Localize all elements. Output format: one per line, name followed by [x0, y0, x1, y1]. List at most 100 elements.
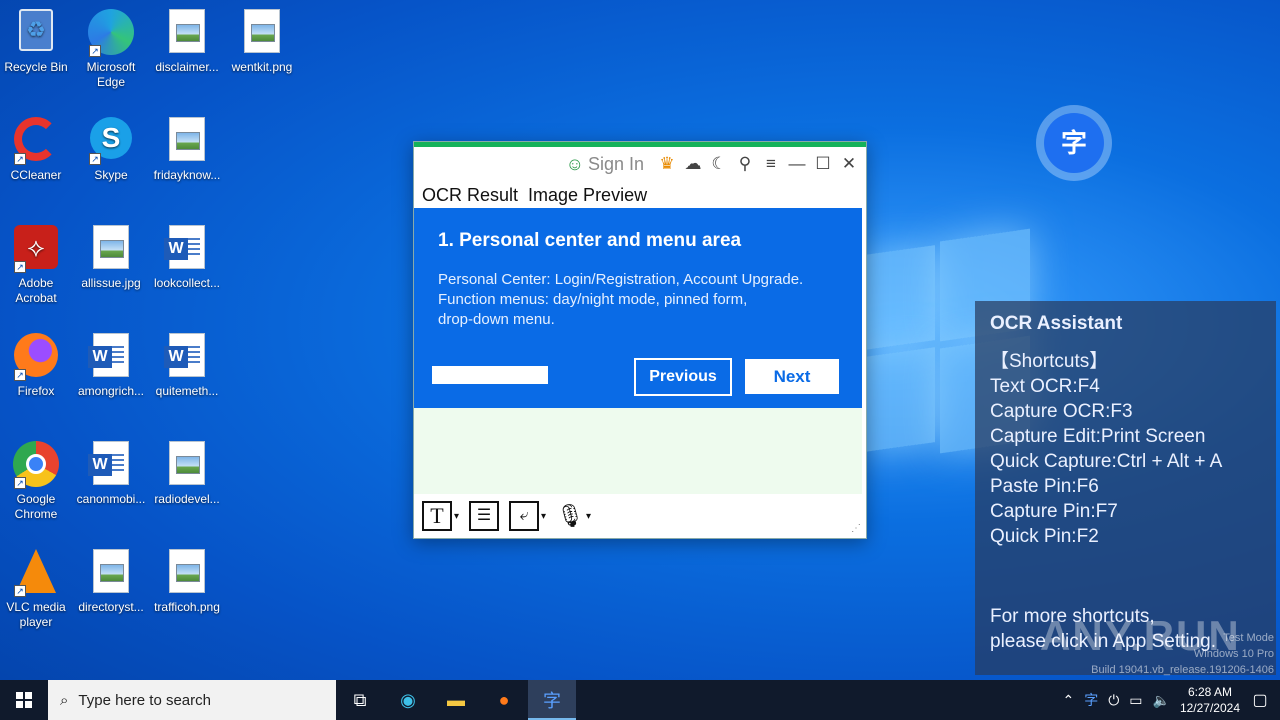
folder-icon: ▬ — [447, 689, 465, 710]
ocr-window: ☺ Sign In ♛ ☁ ☾ ⚲ ≡ — ☐ ✕ OCR Result Ima… — [413, 141, 867, 539]
search-placeholder: Type here to search — [78, 691, 211, 709]
layout-tool[interactable]: ☰ — [469, 501, 500, 531]
desktop-icon[interactable]: ⟡ ↗ Adobe Acrobat — [0, 221, 74, 306]
edge-icon: ↗ — [87, 9, 135, 57]
sign-in-link[interactable]: ☺ Sign In — [566, 154, 644, 175]
ocr-result-textarea[interactable] — [414, 408, 862, 494]
image-file-icon — [163, 9, 211, 57]
desktop-icon-label: CCleaner — [10, 168, 62, 182]
firefox-icon: ● — [498, 689, 510, 710]
taskbar-file-explorer[interactable]: ▬ — [432, 680, 480, 720]
clock-date: 12/27/2024 — [1179, 701, 1240, 715]
desktop-icon[interactable]: ↗ Microsoft Edge — [73, 5, 149, 90]
guide-body-line: Personal Center: Login/Registration, Acc… — [438, 271, 804, 288]
notification-icon[interactable]: ▢ — [1250, 690, 1270, 710]
desktop-icon[interactable]: disclaimer... — [149, 5, 225, 75]
desktop-icon-label: trafficoh.png — [154, 600, 220, 614]
taskbar-firefox[interactable]: ● — [480, 680, 528, 720]
next-button[interactable]: Next — [745, 359, 839, 394]
ocr-tray-icon[interactable]: 字 — [1084, 690, 1098, 710]
maximize-icon[interactable]: ☐ — [814, 154, 832, 174]
desktop-icon-label: Microsoft Edge — [86, 60, 136, 89]
guide-panel: 1. Personal center and menu area Persona… — [414, 208, 862, 408]
assistant-title: OCR Assistant — [990, 313, 1123, 334]
shortcut-line: Quick Pin:F2 — [990, 526, 1099, 547]
skype-icon: S ↗ — [87, 117, 135, 165]
desktop-icon[interactable]: ↗ Google Chrome — [0, 437, 74, 522]
guide-body-line: Function menus: day/night mode, pinned f… — [438, 291, 748, 308]
acrobat-icon: ⟡ ↗ — [12, 225, 60, 273]
desktop-icon-label: wentkit.png — [231, 60, 293, 74]
desktop-icon[interactable]: ↗ VLC media player — [0, 545, 74, 630]
voice-tool[interactable]: 🎙 ▾ — [556, 501, 591, 531]
ocr-toolbar: T ▾ ☰ ⤶ ▾ 🎙 ▾ — [422, 498, 591, 534]
desktop-icon[interactable]: allissue.jpg — [73, 221, 149, 291]
tab-ocr-result[interactable]: OCR Result — [422, 185, 518, 206]
vlc-icon: ↗ — [12, 549, 60, 597]
desktop-icon[interactable]: directoryst... — [73, 545, 149, 615]
shortcut-arrow-icon: ↗ — [89, 153, 101, 165]
word-doc-icon: W — [87, 441, 135, 489]
resize-grip-icon[interactable]: ⋰ — [851, 523, 863, 535]
ocr-app-icon: 字 — [543, 691, 561, 711]
ocr-tabs: OCR Result Image Preview — [414, 181, 866, 209]
pin-icon[interactable]: ⚲ — [736, 154, 754, 174]
search-icon: ⌕ — [60, 691, 69, 709]
shortcut-line: Quick Capture:Ctrl + Alt + A — [990, 451, 1223, 472]
shortcut-line: Capture OCR:F3 — [990, 401, 1133, 422]
shortcut-arrow-icon: ↗ — [14, 261, 26, 273]
volume-icon[interactable]: 🔈 — [1153, 692, 1170, 709]
firefox-icon: ↗ — [12, 333, 60, 381]
tab-image-preview[interactable]: Image Preview — [528, 185, 647, 206]
taskbar-edge[interactable]: ◉ — [384, 680, 432, 720]
start-button[interactable] — [0, 680, 48, 720]
taskbar-ocr-app[interactable]: 字 — [528, 680, 576, 720]
desktop-icon[interactable]: ↗ CCleaner — [0, 113, 74, 183]
desktop-icon[interactable]: Wcanonmobi... — [73, 437, 149, 507]
recycle-bin-icon: ♻ — [12, 9, 60, 57]
taskbar-search[interactable]: ⌕ Type here to search — [48, 680, 336, 720]
shortcut-line: Capture Edit:Print Screen — [990, 426, 1206, 447]
desktop-icon[interactable]: trafficoh.png — [149, 545, 225, 615]
ccleaner-icon: ↗ — [12, 117, 60, 165]
desktop-icon[interactable]: Wquitemeth... — [149, 329, 225, 399]
clock[interactable]: 6:28 AM 12/27/2024 — [1180, 684, 1240, 716]
desktop-icon[interactable]: Wlookcollect... — [149, 221, 225, 291]
crown-icon[interactable]: ♛ — [658, 154, 676, 174]
desktop-icon[interactable]: ♻ Recycle Bin — [0, 5, 74, 75]
guide-progress — [432, 366, 548, 384]
desktop-icon[interactable]: S ↗ Skype — [73, 113, 149, 183]
desktop-icon[interactable]: fridayknow... — [149, 113, 225, 183]
desktop-icon[interactable]: Wamongrich... — [73, 329, 149, 399]
wrap-tool[interactable]: ⤶ ▾ — [509, 501, 546, 531]
word-doc-icon: W — [87, 333, 135, 381]
translate-float-icon[interactable]: 字 — [1036, 105, 1112, 181]
desktop-icon[interactable]: ↗ Firefox — [0, 329, 74, 399]
shortcut-line: Capture Pin:F7 — [990, 501, 1118, 522]
shortcut-arrow-icon: ↗ — [14, 369, 26, 381]
wrap-icon: ⤶ — [509, 501, 540, 531]
image-file-icon — [87, 549, 135, 597]
taskbar: ⌕ Type here to search ⧉ ◉ ▬ ● 字 ⌃ 字 ⏻ ▭ … — [0, 680, 1280, 720]
image-file-icon — [238, 9, 286, 57]
night-mode-icon[interactable]: ☾ — [710, 154, 728, 174]
desktop-icon-label: allissue.jpg — [81, 276, 141, 290]
network-icon[interactable]: ▭ — [1129, 692, 1142, 709]
paragraph-icon: ☰ — [469, 501, 500, 531]
chrome-icon: ↗ — [12, 441, 60, 489]
desktop-icon[interactable]: wentkit.png — [224, 5, 300, 75]
os-watermark: Test Mode Windows 10 Pro Build 19041.vb_… — [1091, 630, 1274, 678]
desktop-icon-label: quitemeth... — [155, 384, 219, 398]
close-icon[interactable]: ✕ — [840, 154, 858, 174]
weather-icon[interactable]: ☁ — [684, 154, 702, 174]
desktop-icon[interactable]: radiodevel... — [149, 437, 225, 507]
task-view-button[interactable]: ⧉ — [336, 680, 384, 720]
usb-icon[interactable]: ⏻ — [1108, 692, 1119, 709]
menu-icon[interactable]: ≡ — [762, 154, 780, 174]
previous-button[interactable]: Previous — [634, 358, 732, 396]
text-icon: T — [422, 501, 452, 531]
desktop-icon-label: canonmobi... — [76, 492, 146, 506]
chevron-up-icon[interactable]: ⌃ — [1062, 692, 1074, 709]
text-format-tool[interactable]: T ▾ — [422, 501, 459, 531]
minimize-icon[interactable]: — — [788, 154, 806, 174]
